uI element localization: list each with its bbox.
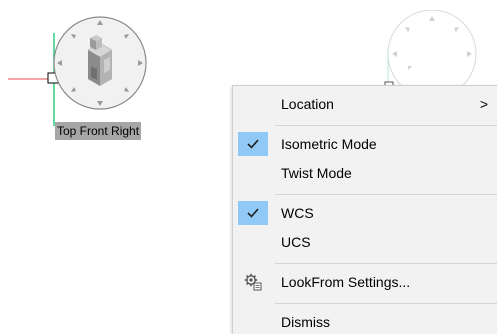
menu-item-dismiss-label: Dismiss (281, 314, 330, 330)
menu-item-lookfrom-settings-label: LookFrom Settings... (281, 274, 411, 290)
menu-separator (275, 263, 497, 264)
icon-cell (238, 270, 268, 294)
menu-item-ucs-label: UCS (281, 234, 311, 250)
menu-separator (275, 194, 497, 195)
lookfrom-context-menu: Location > Isometric Mode Twist Mode WCS (232, 85, 497, 334)
settings-gear-icon (244, 273, 262, 291)
checkmark-cell (238, 132, 268, 156)
checkmark-icon (247, 208, 259, 218)
menu-item-isometric-mode-label: Isometric Mode (281, 136, 377, 152)
checkmark-icon (247, 139, 259, 149)
menu-item-twist-mode[interactable]: Twist Mode (233, 158, 497, 188)
menu-item-wcs[interactable]: WCS (233, 198, 497, 228)
lookfrom-widget[interactable]: Top Front Right (8, 8, 168, 143)
menu-item-isometric-mode[interactable]: Isometric Mode (233, 129, 497, 159)
menu-item-location[interactable]: Location > (233, 89, 497, 119)
checkmark-cell (238, 201, 268, 225)
menu-separator (275, 303, 497, 304)
menu-item-ucs[interactable]: UCS (233, 227, 497, 257)
drawing-canvas[interactable]: Top Front Right Location > Isometric Mod… (0, 0, 497, 334)
menu-item-location-label: Location (281, 96, 334, 112)
menu-item-lookfrom-settings[interactable]: LookFrom Settings... (233, 267, 497, 297)
submenu-arrow-icon: > (479, 96, 488, 112)
menu-item-twist-mode-label: Twist Mode (281, 165, 352, 181)
menu-item-dismiss[interactable]: Dismiss (233, 307, 497, 334)
menu-separator (275, 125, 497, 126)
menu-item-wcs-label: WCS (281, 205, 314, 221)
view-name-label: Top Front Right (55, 122, 142, 140)
